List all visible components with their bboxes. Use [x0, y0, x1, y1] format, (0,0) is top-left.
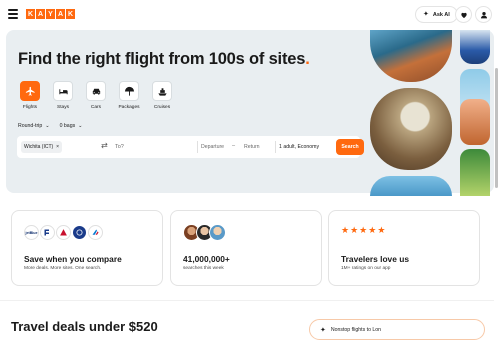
search-button[interactable]: Search	[336, 139, 364, 155]
tab-label: Cruises	[153, 105, 171, 110]
card-subtitle: 1M+ ratings on our app	[341, 266, 391, 271]
united-logo	[72, 225, 87, 240]
user-avatars	[183, 224, 226, 241]
trip-type-dropdown[interactable]: Round-trip ⌄	[18, 123, 50, 129]
logo-letter: K	[26, 9, 35, 19]
star-rating: ★ ★ ★ ★ ★	[341, 226, 385, 235]
title-text: Find the right flight from 100s of sites	[18, 50, 306, 68]
deals-heading: Travel deals under $520	[11, 319, 158, 334]
vertical-tabs: Flights Stays Cars Packages Cruises	[18, 81, 174, 110]
star-icon: ★	[350, 225, 359, 235]
ship-icon	[152, 81, 172, 101]
divider	[275, 141, 276, 153]
tab-label: Flights	[22, 105, 38, 110]
tab-flights[interactable]: Flights	[18, 81, 42, 110]
date-separator: –	[232, 143, 236, 149]
account-button[interactable]	[475, 6, 492, 23]
bags-label: 0 bags	[59, 123, 76, 129]
american-airlines-logo	[88, 225, 103, 240]
tab-label: Stays	[57, 105, 69, 110]
departure-date-field[interactable]: Departure	[201, 144, 224, 150]
section-divider	[0, 300, 494, 301]
divider	[197, 141, 198, 153]
top-header: K A Y A K ✦ Ask AI	[0, 0, 500, 30]
airline-logos: jetBlue	[24, 225, 103, 240]
ask-ai-label: Ask AI	[432, 11, 450, 18]
car-icon	[86, 81, 106, 101]
searches-card: 41,000,000+ searches this week	[170, 210, 322, 286]
title-accent-dot: .	[305, 50, 310, 68]
tab-label: Cars	[90, 105, 102, 110]
building-image	[460, 30, 490, 64]
origin-value: Wichita (ICT)	[24, 144, 54, 150]
origin-chip[interactable]: Wichita (ICT) ×	[21, 141, 63, 153]
tab-stays[interactable]: Stays	[51, 81, 75, 110]
ai-prompt-text: Nonstop flights to Lon	[330, 326, 382, 333]
scrollbar-thumb[interactable]	[495, 68, 498, 188]
heart-icon	[460, 12, 467, 18]
star-icon: ★	[341, 225, 350, 235]
sparkle-icon: ✦	[423, 11, 429, 18]
logo-letter: Y	[46, 9, 55, 19]
page-title: Find the right flight from 100s of sites…	[18, 50, 310, 69]
trip-options: Round-trip ⌄ 0 bags ⌄	[18, 123, 83, 129]
tab-label: Packages	[118, 105, 140, 110]
tab-packages[interactable]: Packages	[117, 81, 141, 110]
umbrella-icon	[119, 81, 139, 101]
card-subtitle: More deals. More sites. One search.	[24, 266, 102, 271]
card-title: 41,000,000+	[183, 254, 230, 264]
bags-dropdown[interactable]: 0 bags ⌄	[60, 123, 83, 129]
logo-letter: K	[66, 9, 75, 19]
palm-tree-image	[460, 149, 490, 196]
sky-image	[370, 176, 452, 196]
jetblue-logo: jetBlue	[24, 225, 39, 240]
logo-letter: A	[36, 9, 45, 19]
user-icon	[480, 11, 487, 18]
destination-input[interactable]: To?	[115, 144, 124, 150]
ai-prompt-button[interactable]: ✦ Nonstop flights to Lon	[309, 319, 485, 340]
favorites-button[interactable]	[455, 6, 472, 23]
chevron-down-icon: ⌄	[45, 123, 50, 129]
return-date-field[interactable]: Return	[244, 144, 260, 150]
travelers-field[interactable]: 1 adult, Economy	[279, 144, 319, 150]
sparkle-icon: ✦	[320, 326, 326, 334]
ask-ai-button[interactable]: ✦ Ask AI	[415, 6, 458, 23]
desert-arch-image	[460, 99, 490, 145]
bed-icon	[53, 81, 73, 101]
star-icon: ★	[359, 225, 368, 235]
trip-type-label: Round-trip	[18, 123, 43, 129]
close-icon[interactable]: ×	[56, 144, 59, 150]
star-icon: ★	[368, 225, 377, 235]
ratings-card: ★ ★ ★ ★ ★ Travelers love us 1M+ ratings …	[328, 210, 480, 286]
card-subtitle: searches this week	[183, 266, 224, 271]
chevron-down-icon: ⌄	[78, 123, 83, 129]
menu-icon[interactable]	[8, 9, 18, 19]
tab-cruises[interactable]: Cruises	[150, 81, 174, 110]
compare-card: jetBlue Save when you compare More deals…	[11, 210, 163, 286]
star-icon: ★	[377, 225, 386, 235]
swap-icon[interactable]: ⇄	[101, 141, 108, 150]
page-scrollbar[interactable]	[494, 30, 498, 348]
airline-logo	[40, 225, 55, 240]
delta-logo	[56, 225, 71, 240]
logo-letter: A	[56, 9, 65, 19]
kayak-logo[interactable]: K A Y A K	[26, 9, 75, 19]
plane-icon	[20, 81, 40, 101]
card-title: Travelers love us	[341, 254, 409, 264]
tab-cars[interactable]: Cars	[84, 81, 108, 110]
flight-search-form: Wichita (ICT) × ⇄ To? Departure – Return…	[17, 136, 364, 158]
avatar	[209, 224, 226, 241]
card-title: Save when you compare	[24, 254, 122, 264]
child-airplane-window-image	[370, 88, 452, 170]
